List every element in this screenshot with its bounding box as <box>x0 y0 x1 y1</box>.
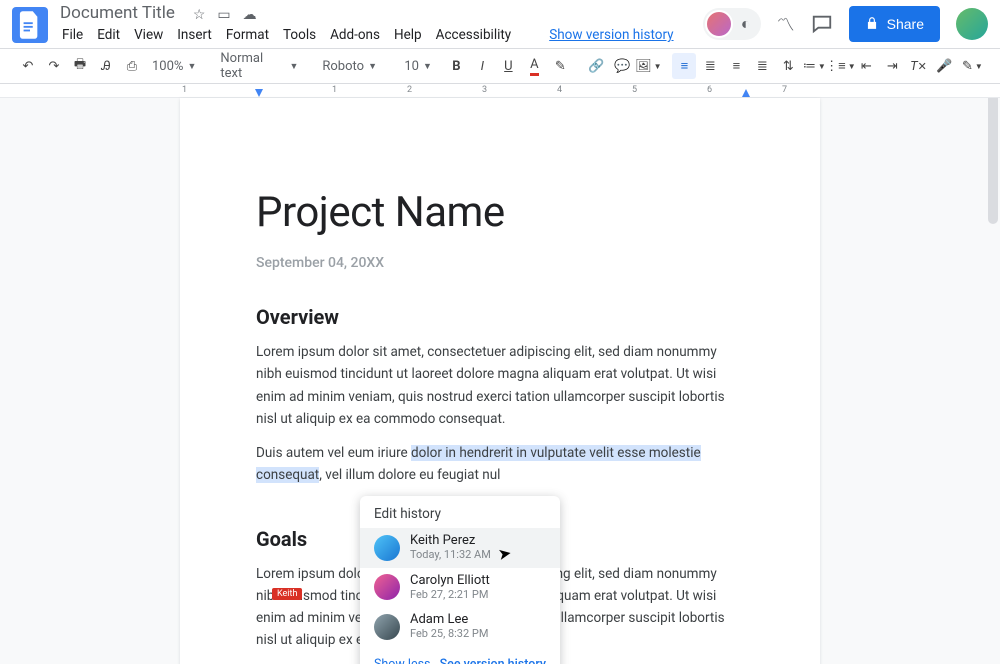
collaborator-chip[interactable]: ◐ <box>703 8 761 40</box>
show-less-link[interactable]: Show less <box>374 657 431 664</box>
account-avatar[interactable] <box>956 8 988 40</box>
font-family-dropdown[interactable]: Roboto▼ <box>316 53 386 79</box>
popover-title: Edit history <box>360 496 560 528</box>
edit-history-entry[interactable]: Adam Lee Feb 25, 8:32 PM <box>360 607 560 647</box>
section-heading-overview[interactable]: Overview <box>256 305 744 329</box>
cloud-status-icon[interactable]: ☁ <box>243 7 257 23</box>
share-label: Share <box>887 16 924 32</box>
text-run: , vel illum dolore eu feugiat nul <box>319 467 500 483</box>
font-size-dropdown[interactable]: 10▼ <box>398 53 432 79</box>
insert-image-button[interactable]: 🖼▼ <box>636 53 660 79</box>
see-version-history-link[interactable]: See version history <box>440 657 546 664</box>
ruler-tick: 6 <box>707 85 712 95</box>
menu-accessibility[interactable]: Accessibility <box>430 25 518 45</box>
menu-insert[interactable]: Insert <box>171 25 218 45</box>
editor-name: Carolyn Elliott <box>410 574 490 589</box>
clear-formatting-button[interactable]: T✕ <box>906 53 930 79</box>
collaborator-cursor-tag: Keith <box>272 588 302 600</box>
editor-name: Keith Perez <box>410 534 491 549</box>
text-run: Duis autem vel eum iriure <box>256 445 411 461</box>
star-icon[interactable]: ☆ <box>193 7 206 23</box>
editor-time: Feb 27, 2:21 PM <box>410 589 490 602</box>
ruler-tick: 7 <box>782 85 787 95</box>
titlebar: Document Title ☆ ▭ ☁ File Edit View Inse… <box>0 0 1000 48</box>
align-center-button[interactable]: ≣ <box>698 53 722 79</box>
overview-paragraph-2[interactable]: Duis autem vel eum iriure dolor in hendr… <box>256 442 744 487</box>
document-canvas[interactable]: 1 1 2 3 4 5 6 7 Project Name September 0… <box>0 84 1000 664</box>
voice-typing-button[interactable]: 🎤 <box>932 53 956 79</box>
menu-file[interactable]: File <box>56 25 89 45</box>
redo-button[interactable]: ↷ <box>42 53 66 79</box>
indent-marker-first-line[interactable] <box>255 89 263 97</box>
ruler-tick: 4 <box>557 85 562 95</box>
edit-history-entry[interactable]: Carolyn Elliott Feb 27, 2:21 PM <box>360 568 560 608</box>
align-left-button[interactable]: ≡ <box>672 53 696 79</box>
menubar: File Edit View Insert Format Tools Add-o… <box>56 24 703 46</box>
anonymous-icon: ◐ <box>733 11 759 37</box>
insert-link-button[interactable]: 🔗 <box>584 53 608 79</box>
ruler-tick: 3 <box>482 85 487 95</box>
activity-icon[interactable]: 〽 <box>777 11 795 37</box>
menu-help[interactable]: Help <box>388 25 428 45</box>
text-color-button[interactable]: A <box>522 53 546 79</box>
lock-icon <box>865 16 879 33</box>
document-title-input[interactable]: Document Title <box>56 1 179 25</box>
insert-comment-button[interactable]: 💬 <box>610 53 634 79</box>
spellcheck-button[interactable]: Ꭿ <box>94 53 118 79</box>
editor-time: Today, 11:32 AM <box>410 549 491 562</box>
toolbar: ↶ ↷ 🖶 Ꭿ ⎙ 100%▼ Normal text▼ Roboto▼ 10▼… <box>0 48 1000 84</box>
highlight-button[interactable]: ✎ <box>548 53 572 79</box>
editor-avatar <box>374 574 400 600</box>
menu-format[interactable]: Format <box>220 25 275 45</box>
editing-mode-button[interactable]: ✎▼ <box>960 53 984 79</box>
zoom-dropdown[interactable]: 100%▼ <box>146 53 202 79</box>
docs-logo[interactable] <box>12 7 48 43</box>
page-date[interactable]: September 04, 20XX <box>256 255 744 271</box>
align-right-button[interactable]: ≡ <box>724 53 748 79</box>
collaborator-avatar <box>705 10 733 38</box>
ruler-tick: 2 <box>407 85 412 95</box>
indent-marker-right[interactable] <box>742 89 750 97</box>
editor-avatar <box>374 614 400 640</box>
editor-time: Feb 25, 8:32 PM <box>410 628 488 641</box>
paint-format-button[interactable]: ⎙ <box>120 53 144 79</box>
menu-view[interactable]: View <box>128 25 169 45</box>
scrollbar[interactable] <box>988 84 998 224</box>
edit-history-popover: Edit history Keith Perez Today, 11:32 AM… <box>360 496 560 664</box>
overview-paragraph-1[interactable]: Lorem ipsum dolor sit amet, consectetuer… <box>256 341 744 430</box>
menu-edit[interactable]: Edit <box>91 25 126 45</box>
page-title[interactable]: Project Name <box>256 188 744 237</box>
ruler-tick: 1 <box>332 85 337 95</box>
menu-addons[interactable]: Add-ons <box>324 25 386 45</box>
edit-history-entry[interactable]: Keith Perez Today, 11:32 AM <box>360 528 560 568</box>
hide-menus-button[interactable]: ᐱ <box>996 53 1000 79</box>
editor-avatar <box>374 535 400 561</box>
decrease-indent-button[interactable]: ⇤ <box>854 53 878 79</box>
undo-button[interactable]: ↶ <box>16 53 40 79</box>
bulleted-list-button[interactable]: ⋮≡▼ <box>828 53 852 79</box>
show-version-history-link[interactable]: Show version history <box>543 25 679 45</box>
italic-button[interactable]: I <box>470 53 494 79</box>
align-justify-button[interactable]: ≣ <box>750 53 774 79</box>
bold-button[interactable]: B <box>444 53 468 79</box>
comments-icon[interactable] <box>811 13 833 35</box>
underline-button[interactable]: U <box>496 53 520 79</box>
ruler-tick: 1 <box>182 85 187 95</box>
editor-name: Adam Lee <box>410 613 488 628</box>
numbered-list-button[interactable]: ≔▼ <box>802 53 826 79</box>
increase-indent-button[interactable]: ⇥ <box>880 53 904 79</box>
line-spacing-button[interactable]: ⇅ <box>776 53 800 79</box>
ruler[interactable]: 1 1 2 3 4 5 6 7 <box>0 84 1000 98</box>
move-folder-icon[interactable]: ▭ <box>217 7 230 23</box>
share-button[interactable]: Share <box>849 6 940 42</box>
paragraph-style-dropdown[interactable]: Normal text▼ <box>214 53 304 79</box>
ruler-tick: 5 <box>632 85 637 95</box>
print-button[interactable]: 🖶 <box>68 53 92 79</box>
menu-tools[interactable]: Tools <box>277 25 322 45</box>
